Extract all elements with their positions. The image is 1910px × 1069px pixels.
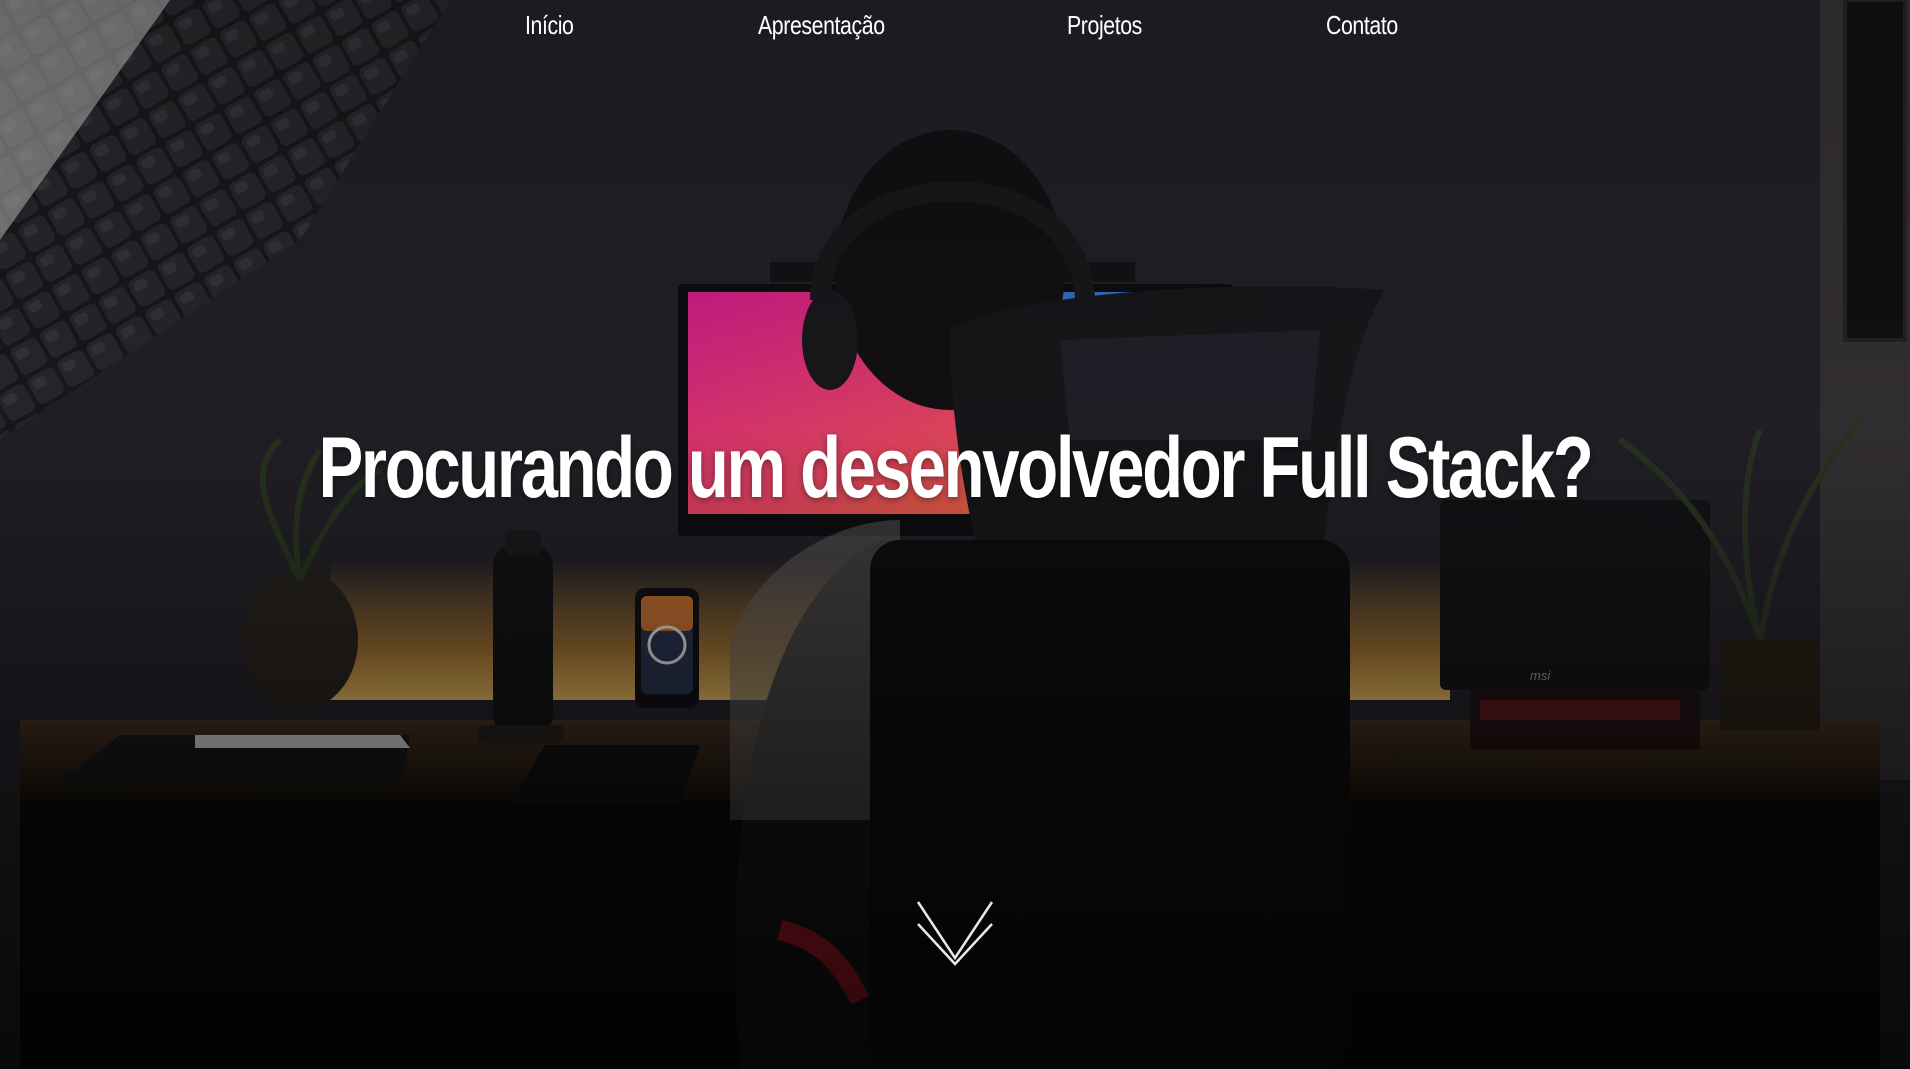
hero-section: msi Início Apresentação: [0, 0, 1910, 1069]
nav-link-apresentacao[interactable]: Apresentação: [758, 10, 885, 41]
hero-headline: Procurando um desenvolvedor Full Stack?: [0, 418, 1910, 518]
chevron-down-icon: [916, 901, 994, 966]
nav-link-inicio[interactable]: Início: [525, 10, 574, 41]
nav-link-contato[interactable]: Contato: [1326, 10, 1398, 41]
nav-link-projetos[interactable]: Projetos: [1067, 10, 1142, 41]
scroll-down-button[interactable]: [916, 896, 994, 968]
main-navigation: Início Apresentação Projetos Contato: [0, 0, 1910, 58]
hero-headline-text: Procurando um desenvolvedor Full Stack?: [318, 420, 1593, 516]
